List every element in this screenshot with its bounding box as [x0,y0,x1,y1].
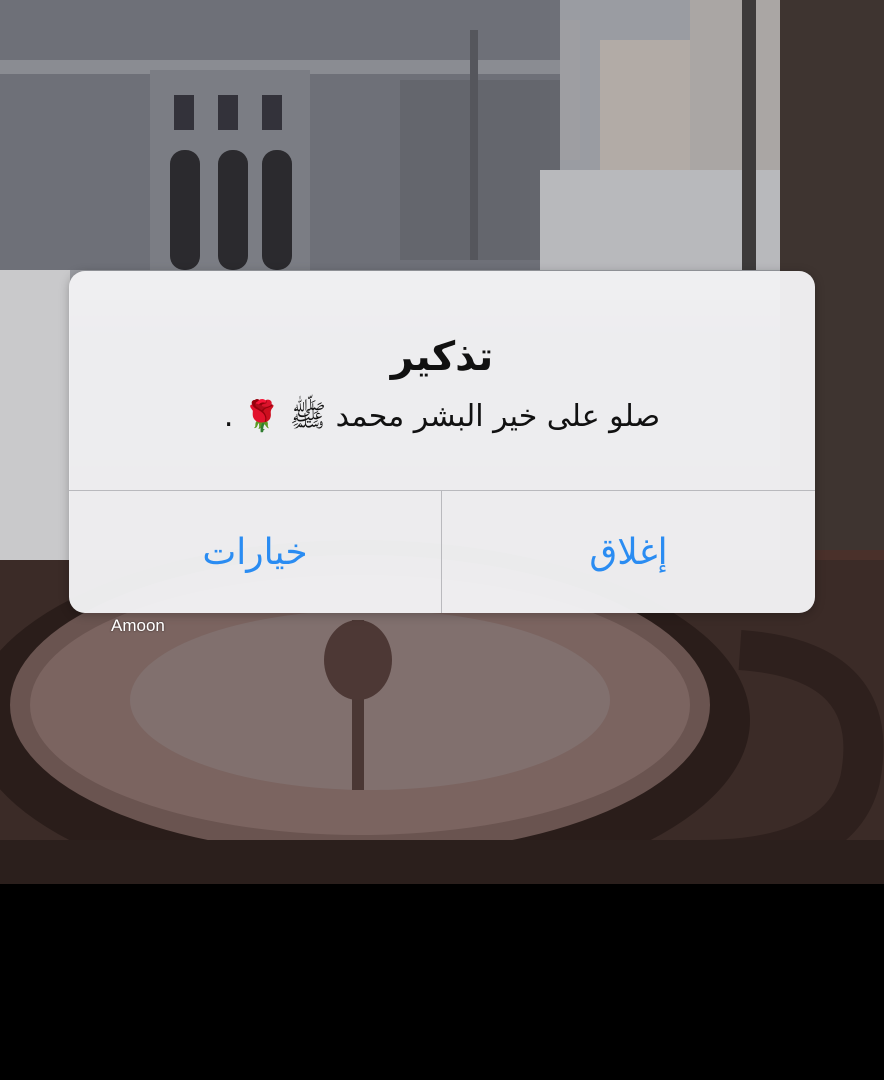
letterbox-bottom [0,884,884,1080]
options-button[interactable]: خيارات [69,491,441,613]
alert-title: تذكير [390,334,494,380]
watermark-text: Amoon [111,616,165,635]
alert-message: صلو على خير البشر محمد ﷺ 🌹 . [223,399,661,434]
alert-dialog: تذكير صلو على خير البشر محمد ﷺ 🌹 . خيارا… [69,271,815,613]
close-button[interactable]: إغلاق [442,491,815,613]
